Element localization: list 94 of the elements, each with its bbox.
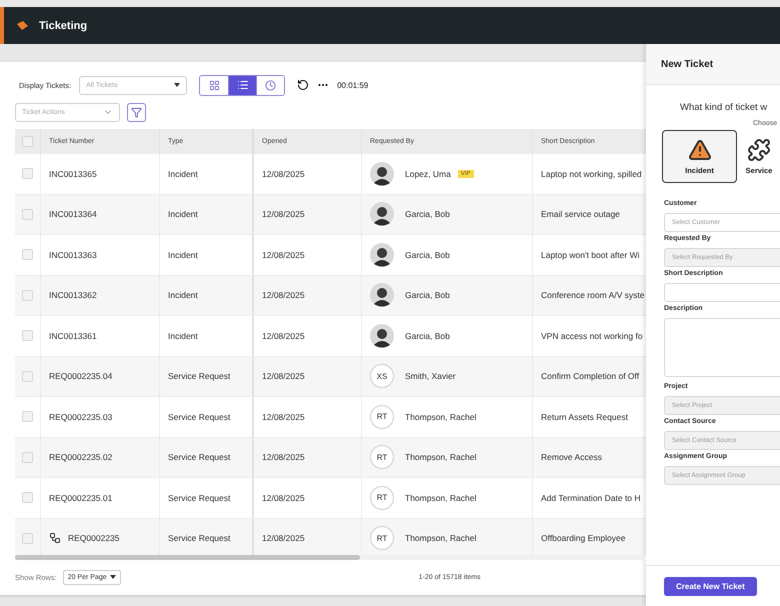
row-checkbox[interactable] (22, 290, 33, 301)
opened-date: 12/08/2025 (262, 492, 305, 503)
short-description: Conference room A/V syste (541, 290, 644, 300)
app-title: Ticketing (39, 20, 88, 32)
requester-name: Thompson, Rachel (405, 452, 476, 462)
create-ticket-button[interactable]: Create New Ticket (664, 576, 757, 596)
ticket-icon (16, 20, 29, 30)
row-checkbox[interactable] (22, 168, 33, 180)
textarea-field[interactable] (664, 318, 780, 377)
row-checkbox[interactable] (22, 249, 33, 260)
table-row[interactable]: INC0013363 Incident 12/08/2025 Garcia, Bob Laptop won't boot after Wi (15, 235, 646, 276)
requester-name: Lopez, Uma (405, 168, 451, 179)
opened-date: 12/08/2025 (262, 330, 305, 341)
row-checkbox[interactable] (22, 411, 33, 422)
ticket-type: Service Request (168, 412, 230, 422)
ticket-number: INC0013362 (49, 290, 97, 300)
table-row[interactable]: INC0013361 Incident 12/08/2025 Garcia, Bob VPN access not working fo (15, 316, 646, 356)
short-description: Return Assets Request (541, 412, 628, 422)
panel-title: New Ticket (661, 58, 714, 70)
ticket-kind-question: What kind of ticket w (680, 102, 768, 113)
ticket-type: Incident (168, 290, 198, 300)
ticket-type: Incident (168, 168, 198, 179)
grid-icon (208, 80, 220, 90)
ticket-type: Incident (168, 330, 198, 341)
table-row[interactable]: REQ0002235.04 Service Request 12/08/2025 XS Smith, Xavier Confirm Completion of Off (15, 356, 646, 397)
view-toggle[interactable] (256, 76, 284, 94)
table-row[interactable]: INC0013364 Incident 12/08/2025 Garcia, Bob Email service outage (15, 194, 646, 235)
clock-icon (265, 80, 276, 90)
row-checkbox[interactable] (22, 330, 33, 342)
requester-name: Thompson, Rachel (405, 533, 476, 544)
avatar-initials: RT (370, 445, 394, 470)
requester-name: Garcia, Bob (405, 209, 450, 220)
avatar-initials: RT (370, 404, 394, 429)
caret-icon (174, 83, 180, 87)
ticket-type: Service Request (168, 371, 230, 382)
short-description: Add Termination Date to H (541, 492, 641, 503)
opened-date: 12/08/2025 (262, 533, 305, 544)
ticket-number: INC0013361 (49, 330, 97, 341)
input-field[interactable] (664, 283, 780, 302)
ticket-number: INC0013363 (49, 250, 97, 260)
ticket-number: REQ0002235.04 (49, 371, 112, 382)
table-row[interactable]: INC0013362 Incident 12/08/2025 Garcia, Bob Conference room A/V syste (15, 276, 646, 316)
requester-name: Garcia, Bob (405, 250, 450, 260)
requester-name: Smith, Xavier (405, 371, 456, 382)
table-row[interactable]: REQ0002235.01 Service Request 12/08/2025 RT Thompson, Rachel Add Termination Date to H (15, 478, 646, 518)
filter-button[interactable] (127, 102, 146, 122)
scrollbar-thumb[interactable] (15, 555, 360, 560)
filter-icon (131, 106, 142, 118)
row-checkbox[interactable] (22, 452, 33, 463)
opened-date: 12/08/2025 (262, 209, 305, 220)
requester-name: Garcia, Bob (405, 290, 450, 300)
short-description: Email service outage (541, 209, 620, 220)
puzzle-icon (747, 138, 771, 162)
table-row[interactable]: REQ0002235.03 Service Request 12/08/2025 RT Thompson, Rachel Return Assets Request (15, 397, 646, 438)
ticket-type: Incident (168, 209, 198, 220)
table-row[interactable]: REQ0002235.02 Service Request 12/08/2025 RT Thompson, Rachel Remove Access (15, 438, 646, 478)
short-description: VPN access not working fo (541, 330, 643, 341)
warning-icon (688, 138, 712, 162)
opened-date: 12/08/2025 (262, 412, 305, 422)
ticket-type: Service Request (168, 452, 230, 462)
row-checkbox[interactable] (22, 532, 33, 544)
opened-date: 12/08/2025 (262, 371, 305, 382)
ticket-type: Service Request (168, 492, 230, 503)
requester-name: Thompson, Rachel (405, 412, 476, 422)
short-description: Confirm Completion of Off (541, 371, 640, 382)
select-all-checkbox[interactable] (22, 136, 33, 147)
ticket-number: INC0013364 (49, 209, 97, 220)
avatar-initials: XS (370, 364, 394, 388)
opened-date: 12/08/2025 (262, 168, 305, 179)
avatar-initials: RT (370, 486, 394, 510)
ticket-type: Service Request (168, 533, 230, 544)
requester-name: Garcia, Bob (405, 330, 450, 341)
ticket-number: REQ0002235.01 (49, 492, 112, 503)
short-description: Laptop won't boot after Wi (541, 250, 640, 260)
ticket-number: INC0013365 (49, 168, 97, 179)
row-checkbox[interactable] (22, 208, 33, 220)
requester-name: Thompson, Rachel (405, 492, 476, 503)
row-checkbox[interactable] (22, 370, 33, 382)
short-description: Laptop not working, spilled (541, 168, 642, 179)
avatar-initials: RT (370, 526, 394, 550)
timer: 00:01:59 (337, 80, 368, 90)
opened-date: 12/08/2025 (262, 290, 305, 300)
ticket-number: REQ0002235 (68, 533, 120, 544)
refresh-icon[interactable] (297, 79, 310, 91)
view-toggle[interactable] (228, 76, 256, 94)
row-checkbox[interactable] (22, 492, 33, 504)
opened-date: 12/08/2025 (262, 250, 305, 260)
opened-date: 12/08/2025 (262, 452, 305, 462)
ticket-number: REQ0002235.03 (49, 412, 112, 422)
ticket-type: Incident (168, 250, 198, 260)
short-description: Remove Access (541, 452, 602, 462)
caret-icon (110, 575, 116, 579)
short-description: Offboarding Employee (541, 533, 626, 544)
ticket-number: REQ0002235.02 (49, 452, 112, 462)
